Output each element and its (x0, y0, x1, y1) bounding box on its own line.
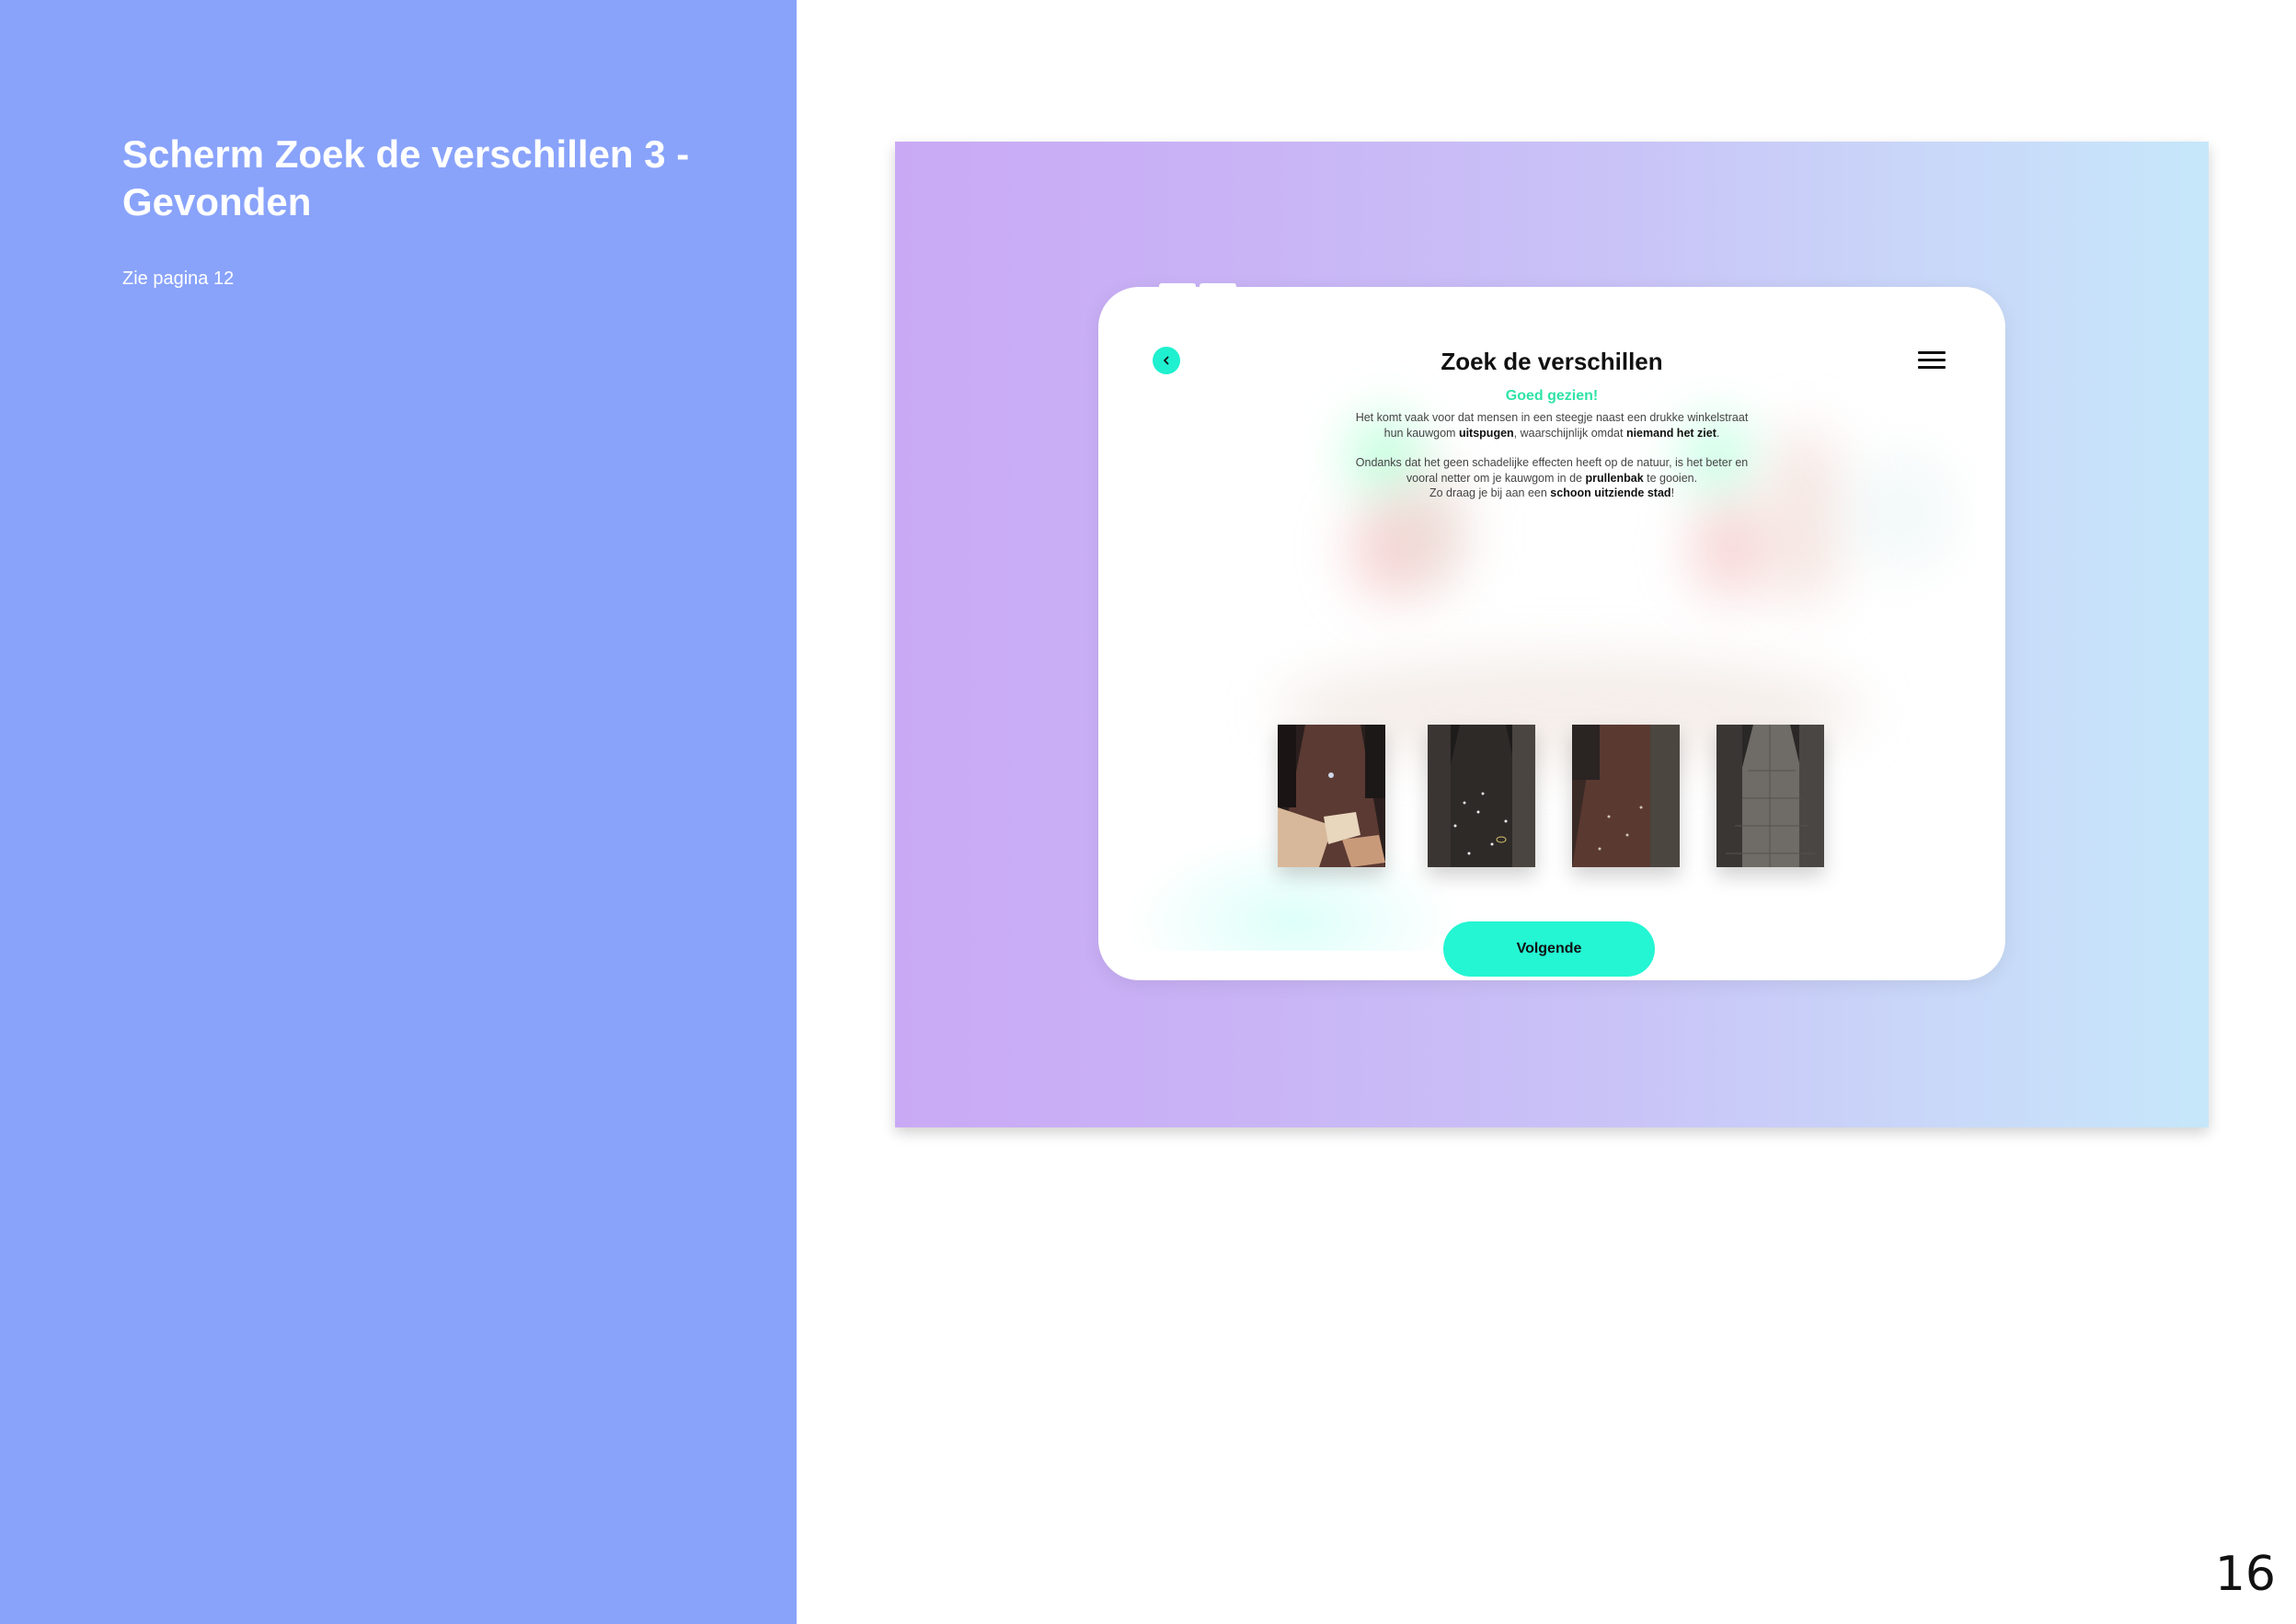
explanation-text: Het komt vaak voor dat mensen in een ste… (1349, 410, 1754, 516)
slide-title: Scherm Zoek de verschillen 3 - Gevonden (122, 132, 690, 223)
next-button[interactable]: Volgende (1443, 921, 1655, 977)
hamburger-menu-icon[interactable] (1918, 351, 1946, 370)
text-segment: prullenbak (1585, 471, 1644, 485)
text-segment: Zo draag je bij aan een (1429, 486, 1551, 499)
text-segment: . (1716, 426, 1720, 440)
alley-photo-2[interactable] (1428, 725, 1535, 867)
page-number: 16 (2214, 1547, 2276, 1602)
found-message: Goed gezien! (1505, 388, 1599, 404)
text-segment: ! (1670, 486, 1675, 499)
app-screen: Zoek de verschillen Goed gezien! Het kom… (1128, 315, 1976, 951)
slide-subtitle: Zie pagina 12 (122, 269, 235, 289)
explanation-paragraph-3: Zo draag je bij aan een schoon uitziende… (1349, 486, 1754, 501)
mockup-background: Zoek de verschillen Goed gezien! Het kom… (895, 142, 2209, 1127)
tablet-frame: Zoek de verschillen Goed gezien! Het kom… (1098, 283, 2005, 980)
text-segment: , waarschijnlijk omdat (1513, 426, 1626, 440)
alley-photo-3[interactable] (1572, 725, 1680, 867)
explanation-paragraph-1: Het komt vaak voor dat mensen in een ste… (1349, 410, 1754, 440)
explanation-paragraph-2: Ondanks dat het geen schadelijke effecte… (1349, 455, 1754, 486)
tablet-hardware-button (1200, 283, 1236, 289)
alley-photo-4[interactable] (1716, 725, 1824, 867)
decorative-glow (1845, 452, 1956, 572)
text-segment: uitspugen (1458, 426, 1514, 440)
text-segment: te gooien. (1643, 471, 1698, 485)
alley-photo-1[interactable] (1278, 725, 1385, 867)
next-button-wrapper: Volgende (1443, 921, 1655, 977)
screen-title: Zoek de verschillen (1441, 348, 1663, 375)
left-panel: Scherm Zoek de verschillen 3 - Gevonden … (0, 0, 797, 1624)
decorative-glow (1762, 425, 1845, 609)
tablet-hardware-button (1159, 283, 1196, 289)
text-segment: schoon uitziende stad (1550, 486, 1671, 499)
text-segment: niemand het ziet (1625, 426, 1716, 440)
